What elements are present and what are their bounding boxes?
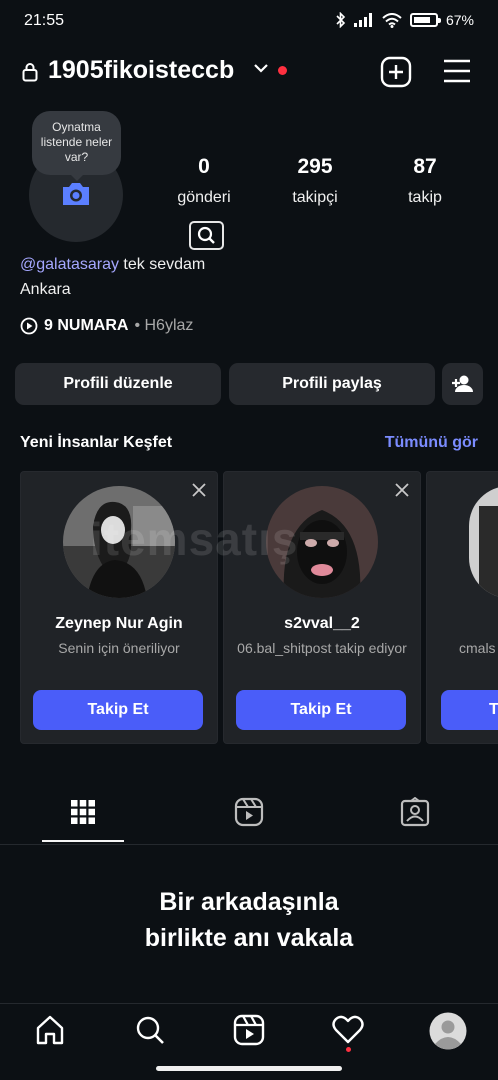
- bio-text: tek sevdam: [118, 256, 206, 273]
- suggestion-reason: 06.bal_shitpost takip ediyor: [237, 640, 407, 656]
- follow-button[interactable]: Takip Et: [33, 690, 203, 730]
- profile-avatar-icon[interactable]: [429, 1012, 467, 1050]
- status-icons: 67%: [336, 12, 474, 28]
- profile-header: 1905fikoisteccb: [0, 52, 498, 92]
- discover-title: Yeni İnsanlar Keşfet: [20, 434, 173, 451]
- play-circle-icon: [20, 317, 38, 335]
- suggestion-name[interactable]: s2vval__2: [224, 615, 420, 633]
- bio-mention-link[interactable]: @galatasaray: [20, 256, 119, 273]
- suggestion-reason: cmals: [459, 640, 496, 656]
- wifi-icon: [382, 12, 402, 28]
- search-button[interactable]: [189, 221, 224, 250]
- notification-dot: [278, 66, 287, 75]
- empty-state-line-1: Bir arkadaşınla: [159, 888, 339, 916]
- close-icon[interactable]: [394, 482, 410, 498]
- bio-line-2: Ankara: [20, 281, 71, 298]
- status-time: 21:55: [24, 12, 65, 29]
- create-post-icon[interactable]: [380, 56, 412, 88]
- search-icon: [197, 226, 215, 244]
- see-all-link[interactable]: Tümünü gör: [385, 434, 478, 452]
- battery-percent: 67%: [445, 12, 474, 28]
- hamburger-menu-icon[interactable]: [443, 58, 471, 84]
- follow-button[interactable]: T: [441, 690, 498, 730]
- followers-label: takipçi: [292, 189, 338, 206]
- posts-count: 0: [198, 155, 210, 178]
- battery-icon: [409, 13, 441, 27]
- status-bar: 21:55 67%: [0, 0, 498, 44]
- suggestion-card[interactable]: cmals T: [426, 471, 498, 744]
- posts-label: gönderi: [177, 189, 231, 206]
- add-person-icon: [452, 375, 473, 392]
- tagged-tab-icon[interactable]: [400, 797, 430, 827]
- bluetooth-icon: [336, 12, 346, 28]
- reels-tab-icon[interactable]: [234, 797, 264, 827]
- home-indicator: [156, 1066, 342, 1071]
- signal-icon: [353, 13, 372, 27]
- empty-state-title: Bir arkadaşınla birlikte anı vakala: [0, 884, 498, 956]
- discover-people-button[interactable]: [442, 363, 483, 405]
- edit-profile-button[interactable]: Profili düzenle: [15, 363, 221, 405]
- following-count: 87: [413, 155, 437, 178]
- posts-stat[interactable]: 0 gönderi: [154, 155, 254, 207]
- profile-music[interactable]: 9 NUMARA • H6ylaz: [20, 317, 193, 335]
- empty-state-line-2: birlikte anı vakala: [144, 924, 354, 952]
- bio-line-1: @galatasaray tek sevdam: [20, 256, 205, 274]
- chevron-down-icon[interactable]: [253, 62, 269, 74]
- share-profile-button[interactable]: Profili paylaş: [229, 363, 435, 405]
- followers-count: 295: [297, 155, 333, 178]
- watermark: itemsatış: [90, 513, 299, 565]
- follow-button[interactable]: Takip Et: [236, 690, 406, 730]
- person-photo: [469, 486, 498, 598]
- suggestion-reason: Senin için öneriliyor: [58, 640, 180, 656]
- suggestion-avatar[interactable]: [469, 486, 498, 598]
- reels-icon[interactable]: [233, 1014, 265, 1046]
- following-stat[interactable]: 87 takip: [375, 155, 475, 207]
- followers-stat[interactable]: 295 takipçi: [265, 155, 365, 207]
- note-bubble[interactable]: Oynatma listende neler var?: [32, 111, 121, 181]
- grid-icon[interactable]: [70, 797, 96, 827]
- active-tab-indicator: [42, 840, 124, 842]
- close-icon[interactable]: [191, 482, 207, 498]
- camera-icon[interactable]: [60, 180, 92, 208]
- search-nav-icon[interactable]: [134, 1014, 166, 1046]
- music-song: 9 NUMARA: [44, 317, 129, 334]
- lock-icon: [22, 63, 38, 82]
- suggestion-name[interactable]: Zeynep Nur Agin: [21, 615, 217, 633]
- activity-notification-dot: [346, 1047, 351, 1052]
- following-label: takip: [408, 189, 442, 206]
- username[interactable]: 1905fikoisteccb: [48, 56, 234, 85]
- home-icon[interactable]: [35, 1014, 65, 1046]
- heart-icon[interactable]: [332, 1014, 364, 1044]
- music-artist: • H6ylaz: [134, 317, 194, 334]
